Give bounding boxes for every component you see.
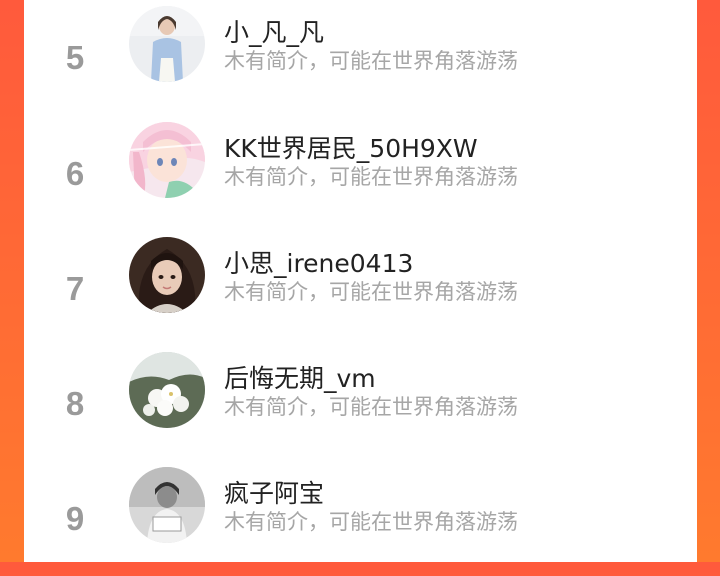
rank-number: 7 <box>65 269 85 307</box>
rank-number: 6 <box>65 154 85 192</box>
user-name: 小_凡_凡 <box>224 18 325 47</box>
rank-number: 5 <box>65 38 85 76</box>
avatar[interactable] <box>129 6 205 82</box>
rank-number: 8 <box>65 384 85 422</box>
rank-number: 9 <box>65 499 85 537</box>
avatar[interactable] <box>129 122 205 198</box>
user-bio: 木有简介，可能在世界角落游荡 <box>224 280 518 304</box>
user-name: 后悔无期_vm <box>224 364 376 393</box>
list-item[interactable]: 8 后悔无期_vm 木有简介，可能在世界角落游荡 <box>24 346 697 461</box>
user-name: 小思_irene0413 <box>224 249 414 278</box>
avatar[interactable] <box>129 237 205 313</box>
user-bio: 木有简介，可能在世界角落游荡 <box>224 165 518 189</box>
list-item[interactable]: 7 小思_irene0413 木有简介，可能在世界角落游荡 <box>24 231 697 346</box>
user-bio: 木有简介，可能在世界角落游荡 <box>224 510 518 534</box>
user-name: 疯子阿宝 <box>224 479 325 508</box>
ranking-list: 5 小_凡_凡 木有简介，可能在世界角落游荡 6 KK世界居民_50H9XW 木… <box>24 0 697 562</box>
list-item[interactable]: 6 KK世界居民_50H9XW 木有简介，可能在世界角落游荡 <box>24 116 697 231</box>
list-item[interactable]: 5 小_凡_凡 木有简介，可能在世界角落游荡 <box>24 0 697 115</box>
avatar[interactable] <box>129 467 205 543</box>
user-bio: 木有简介，可能在世界角落游荡 <box>224 49 518 73</box>
list-item[interactable]: 9 疯子阿宝 木有简介，可能在世界角落游荡 <box>24 461 697 576</box>
user-name: KK世界居民_50H9XW <box>224 134 478 163</box>
avatar[interactable] <box>129 352 205 428</box>
user-bio: 木有简介，可能在世界角落游荡 <box>224 395 518 419</box>
